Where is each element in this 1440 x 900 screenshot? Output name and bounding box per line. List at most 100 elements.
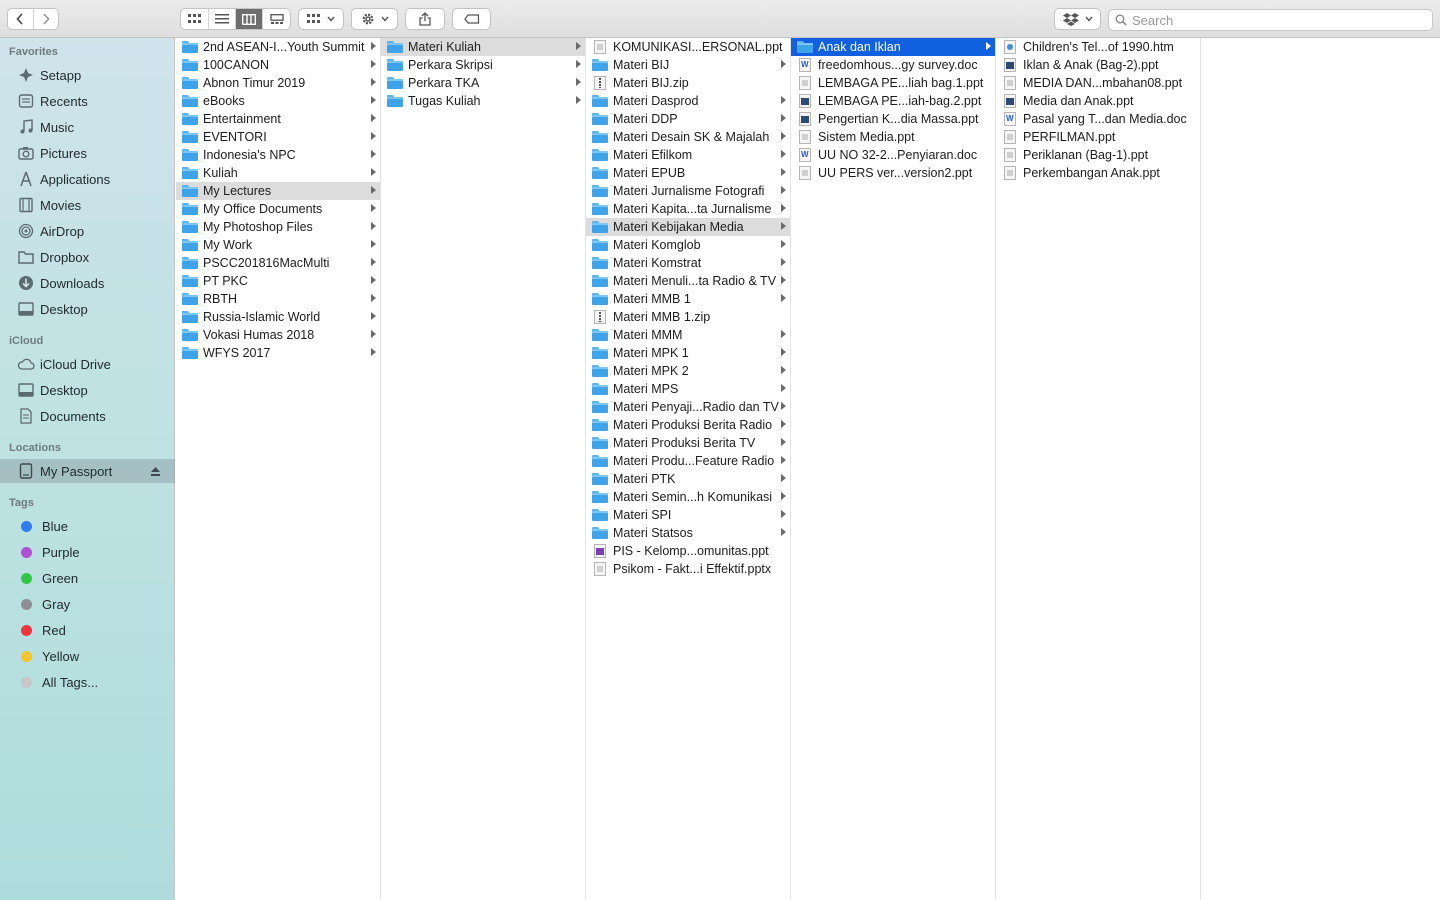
file-row[interactable]: Periklanan (Bag-1).ppt [996, 146, 1200, 164]
file-row[interactable]: Sistem Media.ppt [791, 128, 995, 146]
file-row[interactable]: KOMUNIKASI...ERSONAL.ppt [586, 38, 790, 56]
sidebar-tag-yellow[interactable]: Yellow [0, 644, 175, 668]
forward-button[interactable] [34, 9, 59, 29]
folder-row[interactable]: Materi Komstrat [586, 254, 790, 272]
folder-row[interactable]: 2nd ASEAN-I...Youth Summit [176, 38, 380, 56]
folder-row[interactable]: Materi Semin...h Komunikasi [586, 488, 790, 506]
file-row[interactable]: UU NO 32-2...Penyiaran.doc [791, 146, 995, 164]
search-field[interactable] [1108, 9, 1433, 31]
sidebar-item-icloud-drive[interactable]: iCloud Drive [0, 352, 175, 376]
icon-view-button[interactable] [181, 9, 209, 29]
folder-row[interactable]: Materi Produksi Berita Radio [586, 416, 790, 434]
sidebar-item-setapp[interactable]: Setapp [0, 63, 175, 87]
sidebar-item-music[interactable]: Music [0, 115, 175, 139]
sidebar-item-icloud-desktop[interactable]: Desktop [0, 378, 175, 402]
file-row[interactable]: Materi MMB 1.zip [586, 308, 790, 326]
folder-row[interactable]: Materi BIJ [586, 56, 790, 74]
list-view-button[interactable] [209, 9, 236, 29]
folder-row[interactable]: PT PKC [176, 272, 380, 290]
file-row[interactable]: Pengertian K...dia Massa.ppt [791, 110, 995, 128]
sidebar-tag-red[interactable]: Red [0, 618, 175, 642]
file-row[interactable]: Pasal yang T...dan Media.doc [996, 110, 1200, 128]
folder-row[interactable]: Materi Menuli...ta Radio & TV [586, 272, 790, 290]
sidebar-tag-blue[interactable]: Blue [0, 514, 175, 538]
gallery-view-button[interactable] [263, 9, 290, 29]
file-row[interactable]: PERFILMAN.ppt [996, 128, 1200, 146]
folder-row[interactable]: My Work [176, 236, 380, 254]
file-row[interactable]: LEMBAGA PE...iah-bag.2.ppt [791, 92, 995, 110]
folder-row[interactable]: Materi Kuliah [381, 38, 585, 56]
sidebar-tag-gray[interactable]: Gray [0, 592, 175, 616]
file-row[interactable]: MEDIA DAN...mbahan08.ppt [996, 74, 1200, 92]
column-view-button[interactable] [236, 9, 263, 29]
folder-row[interactable]: Perkara TKA [381, 74, 585, 92]
sidebar-item-movies[interactable]: Movies [0, 193, 175, 217]
action-dropdown[interactable] [351, 8, 398, 30]
file-row[interactable]: Media dan Anak.ppt [996, 92, 1200, 110]
file-row[interactable]: UU PERS ver...version2.ppt [791, 164, 995, 182]
folder-row[interactable]: Russia-Islamic World [176, 308, 380, 326]
folder-row[interactable]: Materi Statsos [586, 524, 790, 542]
folder-row[interactable]: Materi Komglob [586, 236, 790, 254]
folder-row[interactable]: My Office Documents [176, 200, 380, 218]
sidebar-item-pictures[interactable]: Pictures [0, 141, 175, 165]
folder-row[interactable]: Materi Efilkom [586, 146, 790, 164]
file-row[interactable]: Iklan & Anak (Bag-2).ppt [996, 56, 1200, 74]
sidebar-item-documents[interactable]: Documents [0, 404, 175, 428]
sidebar-item-recents[interactable]: Recents [0, 89, 175, 113]
folder-row[interactable]: Vokasi Humas 2018 [176, 326, 380, 344]
sidebar-tag-green[interactable]: Green [0, 566, 175, 590]
folder-row[interactable]: Materi MMM [586, 326, 790, 344]
share-button[interactable] [406, 9, 444, 29]
folder-row[interactable]: Tugas Kuliah [381, 92, 585, 110]
edit-tags-button[interactable] [453, 9, 490, 29]
folder-row[interactable]: Materi Dasprod [586, 92, 790, 110]
dropbox-button[interactable] [1055, 9, 1100, 29]
folder-row[interactable]: Indonesia's NPC [176, 146, 380, 164]
folder-row[interactable]: My Photoshop Files [176, 218, 380, 236]
sidebar-item-desktop[interactable]: Desktop [0, 297, 175, 321]
back-button[interactable] [8, 9, 34, 29]
sidebar-item-my-passport[interactable]: My Passport [0, 459, 175, 483]
folder-row[interactable]: eBooks [176, 92, 380, 110]
folder-row[interactable]: 100CANON [176, 56, 380, 74]
search-input[interactable] [1132, 12, 1422, 28]
folder-row[interactable]: Anak dan Iklan [791, 38, 995, 56]
file-row[interactable]: Materi BIJ.zip [586, 74, 790, 92]
folder-row[interactable]: PSCC201816MacMulti [176, 254, 380, 272]
folder-row[interactable]: EVENTORI [176, 128, 380, 146]
sidebar-item-applications[interactable]: Applications [0, 167, 175, 191]
folder-row[interactable]: Materi EPUB [586, 164, 790, 182]
file-row[interactable]: Children's Tel...of 1990.htm [996, 38, 1200, 56]
folder-row[interactable]: Materi SPI [586, 506, 790, 524]
sidebar-item-downloads[interactable]: Downloads [0, 271, 175, 295]
folder-row[interactable]: WFYS 2017 [176, 344, 380, 362]
folder-row[interactable]: Kuliah [176, 164, 380, 182]
sidebar-tag-purple[interactable]: Purple [0, 540, 175, 564]
folder-row[interactable]: Materi DDP [586, 110, 790, 128]
file-row[interactable]: freedomhous...gy survey.doc [791, 56, 995, 74]
group-by-button[interactable] [299, 9, 343, 29]
file-row[interactable]: PIS - Kelomp...omunitas.ppt [586, 542, 790, 560]
folder-row[interactable]: Materi MPK 2 [586, 362, 790, 380]
folder-row[interactable]: Materi Produ...Feature Radio [586, 452, 790, 470]
folder-row[interactable]: My Lectures [176, 182, 380, 200]
folder-row[interactable]: Materi PTK [586, 470, 790, 488]
folder-row[interactable]: Materi MPK 1 [586, 344, 790, 362]
sidebar-item-airdrop[interactable]: AirDrop [0, 219, 175, 243]
sidebar-tag-all-tags[interactable]: All Tags... [0, 670, 175, 694]
folder-row[interactable]: Materi Desain SK & Majalah [586, 128, 790, 146]
folder-row[interactable]: Abnon Timur 2019 [176, 74, 380, 92]
folder-row[interactable]: RBTH [176, 290, 380, 308]
folder-row[interactable]: Perkara Skripsi [381, 56, 585, 74]
folder-row[interactable]: Entertainment [176, 110, 380, 128]
folder-row[interactable]: Materi Jurnalisme Fotografi [586, 182, 790, 200]
folder-row[interactable]: Materi Produksi Berita TV [586, 434, 790, 452]
folder-row[interactable]: Materi Kebijakan Media [586, 218, 790, 236]
action-button[interactable] [352, 9, 397, 29]
dropbox-dropdown[interactable] [1054, 8, 1101, 30]
file-row[interactable]: Perkembangan Anak.ppt [996, 164, 1200, 182]
folder-row[interactable]: Materi Penyaji...Radio dan TV [586, 398, 790, 416]
eject-icon[interactable] [150, 465, 161, 480]
group-by-dropdown[interactable] [298, 8, 344, 30]
